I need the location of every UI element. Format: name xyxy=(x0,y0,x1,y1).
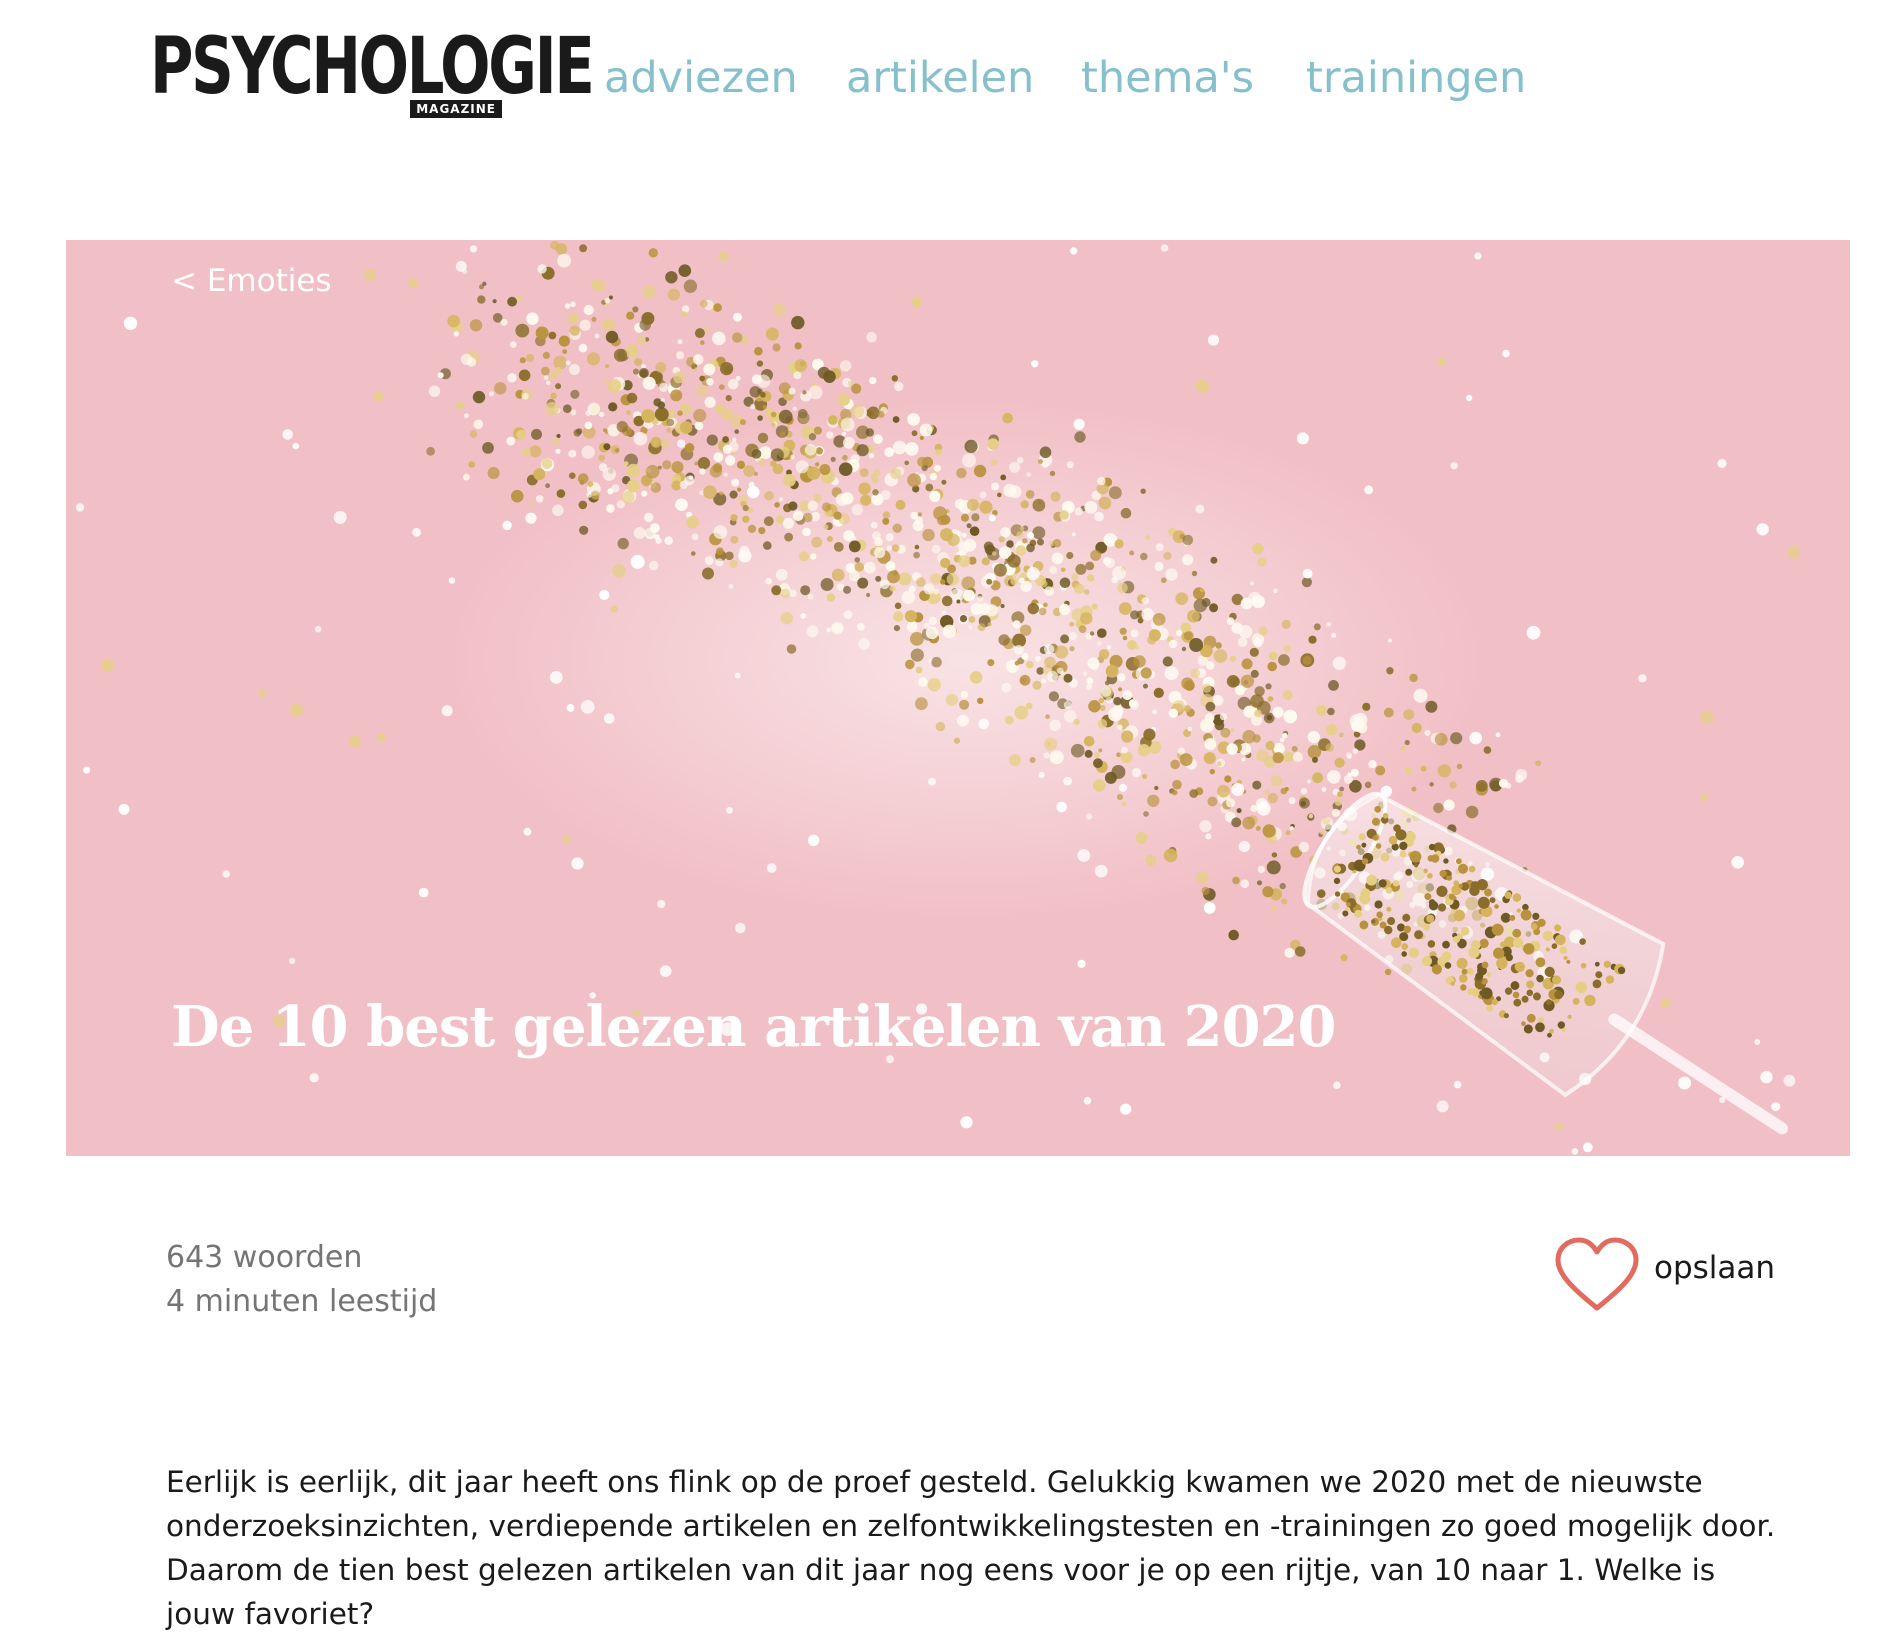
heart-icon xyxy=(1555,1237,1639,1311)
hero-banner: < Emoties De 10 best gelezen artikelen v… xyxy=(66,240,1850,1156)
site-logo[interactable]: PSYCHOLOGIE MAGAZINE xyxy=(150,28,595,120)
word-count: 643 woorden xyxy=(166,1240,363,1275)
nav-item-adviezen[interactable]: adviezen xyxy=(604,52,798,104)
reading-time: 4 minuten leestijd xyxy=(166,1284,438,1319)
article-intro: Eerlijk is eerlijk, dit jaar heeft ons f… xyxy=(166,1465,1776,1631)
page-title: De 10 best gelezen artikelen van 2020 xyxy=(171,994,1336,1060)
nav-item-artikelen[interactable]: artikelen xyxy=(846,52,1034,104)
nav-item-trainingen[interactable]: trainingen xyxy=(1306,52,1526,104)
nav-item-themas[interactable]: thema's xyxy=(1081,52,1254,104)
breadcrumb-back-link[interactable]: < Emoties xyxy=(171,260,332,302)
save-button[interactable]: opslaan xyxy=(1552,1236,1776,1316)
article-meta: 643 woorden 4 minuten leestijd xyxy=(166,1236,437,1324)
logo-subtitle: MAGAZINE xyxy=(410,100,502,118)
save-label: opslaan xyxy=(1654,1250,1776,1286)
logo-wordmark: PSYCHOLOGIE xyxy=(150,22,595,112)
